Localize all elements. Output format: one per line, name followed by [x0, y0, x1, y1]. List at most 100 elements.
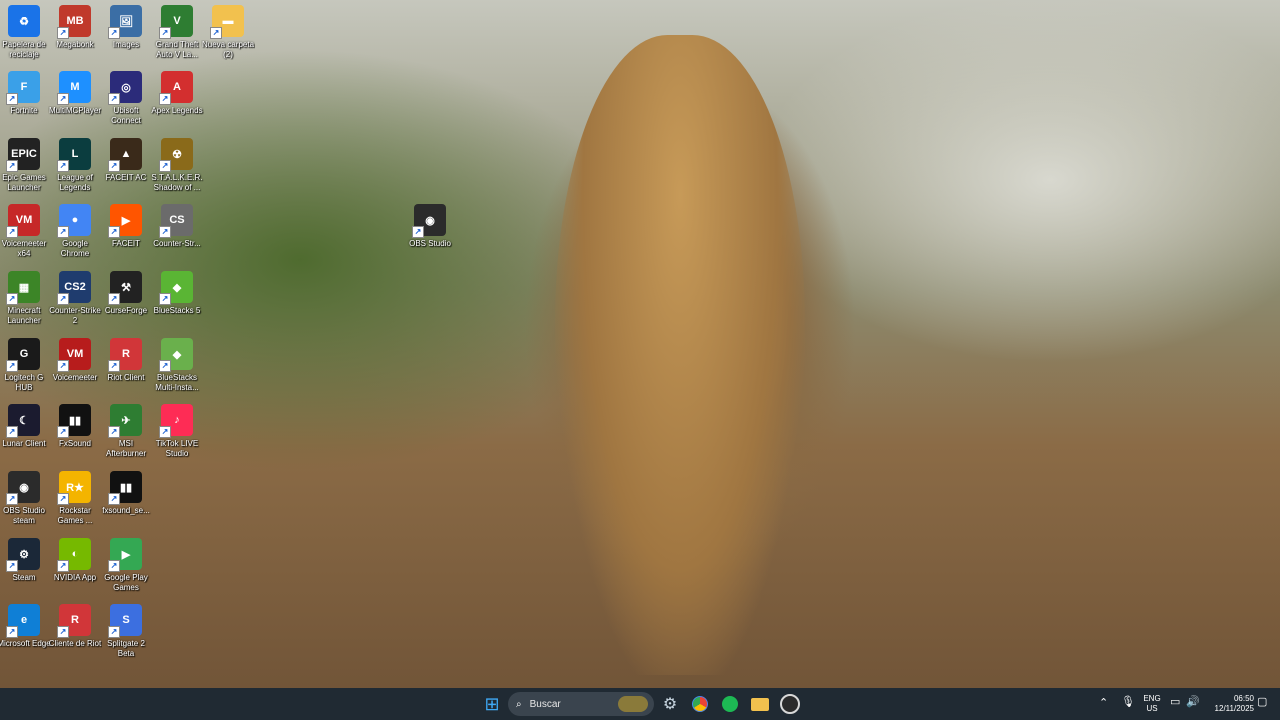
desktop-icon-riot-client[interactable]: R ↗ Riot Client — [101, 338, 151, 383]
logitech-icon: G ↗ — [6, 338, 40, 372]
bluestacks-multi-icon: ◆ ↗ — [159, 338, 193, 372]
desktop-icon-msi-afterburner[interactable]: ✈ ↗ MSI Afterburner — [101, 404, 151, 459]
desktop-icon-stalker[interactable]: ☢ ↗ S.T.A.L.K.E.R. Shadow of ... — [151, 138, 203, 193]
obs-icon: ◉ ↗ — [412, 204, 446, 238]
file-explorer-button[interactable] — [748, 692, 772, 716]
recycle-bin-icon: ♻ — [8, 5, 40, 37]
desktop-icon-epic-games[interactable]: EPIC ↗ Epic Games Launcher — [0, 138, 49, 193]
shortcut-arrow-icon: ↗ — [6, 226, 18, 238]
obs-steam-icon: ◉ ↗ — [6, 471, 40, 505]
desktop-icon-multimc[interactable]: M ↗ MultiMCPlayer — [48, 71, 101, 116]
desktop-icon-nvidia[interactable]: ◐ ↗ NVIDIA App — [50, 538, 100, 583]
desktop-icon-fxsound-se[interactable]: ▮▮ ↗ fxsound_se... — [101, 471, 151, 516]
desktop-icon-minecraft[interactable]: ▦ ↗ Minecraft Launcher — [0, 271, 49, 326]
faceit-icon: ▶ ↗ — [108, 204, 142, 238]
shortcut-arrow-icon: ↗ — [6, 93, 18, 105]
shortcut-arrow-icon: ↗ — [57, 93, 69, 105]
megabonk-icon: MB ↗ — [57, 5, 91, 39]
shortcut-arrow-icon: ↗ — [6, 360, 18, 372]
shortcut-arrow-icon: ↗ — [108, 93, 120, 105]
obs-taskbar-button[interactable] — [778, 692, 802, 716]
search-icon: ⌕ — [516, 698, 522, 710]
desktop-icon-label: S.T.A.L.K.E.R. Shadow of ... — [151, 173, 203, 192]
desktop-icon-label: Counter-Str... — [153, 239, 201, 248]
desktop-icon-cs2[interactable]: CS2 ↗ Counter-Strike 2 — [49, 271, 101, 326]
desktop-icon-voicemeeter2[interactable]: VM ↗ Voicemeeter — [50, 338, 100, 383]
desktop-icon-images[interactable]: 🖼 ↗ Images — [101, 5, 151, 50]
desktop-icon-league[interactable]: L ↗ League of Legends — [50, 138, 100, 193]
desktop-icon-fxsound[interactable]: ▮▮ ↗ FxSound — [50, 404, 100, 449]
steam-taskbar-button[interactable]: ⚙ — [658, 692, 682, 716]
desktop-icon-label: Counter-Strike 2 — [49, 306, 101, 325]
desktop-icon-lunar-client[interactable]: ☾ ↗ Lunar Client — [0, 404, 49, 449]
gta-icon: V ↗ — [159, 5, 193, 39]
apex-icon: A ↗ — [159, 71, 193, 105]
rockstar-icon: R★ ↗ — [57, 471, 91, 505]
shortcut-arrow-icon: ↗ — [6, 560, 18, 572]
desktop-icon-folder[interactable]: ▬ ↗ Nueva carpeta (2) — [202, 5, 254, 60]
stalker-icon: ☢ ↗ — [159, 138, 193, 172]
shortcut-arrow-icon: ↗ — [57, 560, 69, 572]
chevron-up-icon[interactable]: ⌃ — [1099, 698, 1108, 709]
desktop-icon-label: Google Chrome — [60, 239, 90, 258]
desktop-icon-apex[interactable]: A ↗ Apex Legends — [151, 71, 203, 116]
desktop-icon-tiktok[interactable]: ♪ ↗ TikTok LIVE Studio — [152, 404, 202, 459]
desktop-icon-obs[interactable]: ◉ ↗ OBS Studio — [405, 204, 455, 249]
desktop-icon-fortnite[interactable]: F ↗ Fortnite — [0, 71, 49, 116]
file-explorer-icon — [751, 697, 769, 711]
desktop-icon-bluestacks-multi[interactable]: ◆ ↗ BlueStacks Multi-Insta... — [152, 338, 202, 393]
desktop-icon-faceit-ac[interactable]: ▲ ↗ FACEIT AC — [101, 138, 151, 183]
microphone-icon[interactable]: 🎙 — [1121, 697, 1135, 708]
chrome-taskbar-button[interactable] — [688, 692, 712, 716]
desktop-icon-logitech[interactable]: G ↗ Logitech G HUB — [0, 338, 49, 393]
desktop-icon-recycle-bin[interactable]: ♻ Papelera de reciclaje — [0, 5, 49, 60]
shortcut-arrow-icon: ↗ — [159, 360, 171, 372]
desktop-icon-label: Papelera de reciclaje — [2, 40, 46, 59]
chrome-taskbar-icon — [689, 693, 711, 715]
spotify-taskbar-button[interactable] — [718, 692, 742, 716]
desktop-icon-label: Grand Theft Auto V La... — [155, 40, 199, 59]
desktop-icon-label: CurseForge — [104, 306, 148, 315]
shortcut-arrow-icon: ↗ — [57, 226, 69, 238]
desktop-icon-label: Ubisoft Connect — [111, 106, 141, 125]
desktop-icon-label: Google Play Games — [104, 573, 148, 592]
notification-icon[interactable]: ▢ — [1257, 697, 1267, 708]
desktop-icon-label: FACEIT — [111, 239, 140, 248]
search-box[interactable]: ⌕ Buscar — [508, 692, 654, 716]
desktop-icon-riot[interactable]: R ↗ Cliente de Riot — [49, 604, 101, 649]
images-icon: 🖼 ↗ — [108, 5, 142, 39]
desktop-icon-play-games[interactable]: ▶ ↗ Google Play Games — [101, 538, 151, 593]
desktop-icon-chrome[interactable]: ● ↗ Google Chrome — [50, 204, 100, 259]
shortcut-arrow-icon: ↗ — [159, 27, 171, 39]
shortcut-arrow-icon: ↗ — [159, 93, 171, 105]
desktop-icon-gta[interactable]: V ↗ Grand Theft Auto V La... — [152, 5, 202, 60]
desktop-icon-faceit[interactable]: ▶ ↗ FACEIT — [101, 204, 151, 249]
desktop-icon-label: Splitgate 2 Beta — [107, 639, 145, 658]
desktop-icon-counter-strike[interactable]: CS ↗ Counter-Str... — [152, 204, 202, 249]
desktop-icon-megabonk[interactable]: MB ↗ Megabonk — [50, 5, 100, 50]
desktop-icon-curseforge[interactable]: ⚒ ↗ CurseForge — [101, 271, 151, 316]
clock[interactable]: 06:50 12/11/2025 — [1208, 694, 1254, 714]
edge-icon: e ↗ — [6, 604, 40, 638]
league-icon: L ↗ — [57, 138, 91, 172]
desktop-icon-steam[interactable]: ⚙ ↗ Steam — [0, 538, 49, 583]
desktop-icon-edge[interactable]: e ↗ Microsoft Edge — [0, 604, 51, 649]
language-label: ENG — [1143, 694, 1161, 703]
desktop-icon-obs-steam[interactable]: ◉ ↗ OBS Studio steam — [0, 471, 49, 526]
desktop-icon-label: Lunar Client — [2, 439, 46, 448]
start-button[interactable]: ⊞ — [480, 692, 504, 716]
desktop-icon-splitgate[interactable]: S ↗ Splitgate 2 Beta — [101, 604, 151, 659]
counter-strike-icon: CS ↗ — [159, 204, 193, 238]
desktop-icon-ubisoft[interactable]: ◎ ↗ Ubisoft Connect — [101, 71, 151, 126]
volume-icon[interactable]: 🔊 — [1186, 697, 1200, 708]
desktop-icon-rockstar[interactable]: R★ ↗ Rockstar Games ... — [50, 471, 100, 526]
desktop-icon-label: MultiMCPlayer — [48, 106, 101, 115]
display-icon[interactable]: ▭ — [1170, 697, 1180, 708]
desktop-icon-bluestacks[interactable]: ◆ ↗ BlueStacks 5 — [152, 271, 202, 316]
desktop-icon-voicemeeter[interactable]: VM ↗ Voicemeeter x64 — [0, 204, 49, 259]
desktop-icon-label: Steam — [12, 573, 36, 582]
language-indicator[interactable]: ENG US — [1140, 694, 1164, 714]
riot-icon: R ↗ — [57, 604, 91, 638]
shortcut-arrow-icon: ↗ — [6, 626, 18, 638]
shortcut-arrow-icon: ↗ — [57, 27, 69, 39]
